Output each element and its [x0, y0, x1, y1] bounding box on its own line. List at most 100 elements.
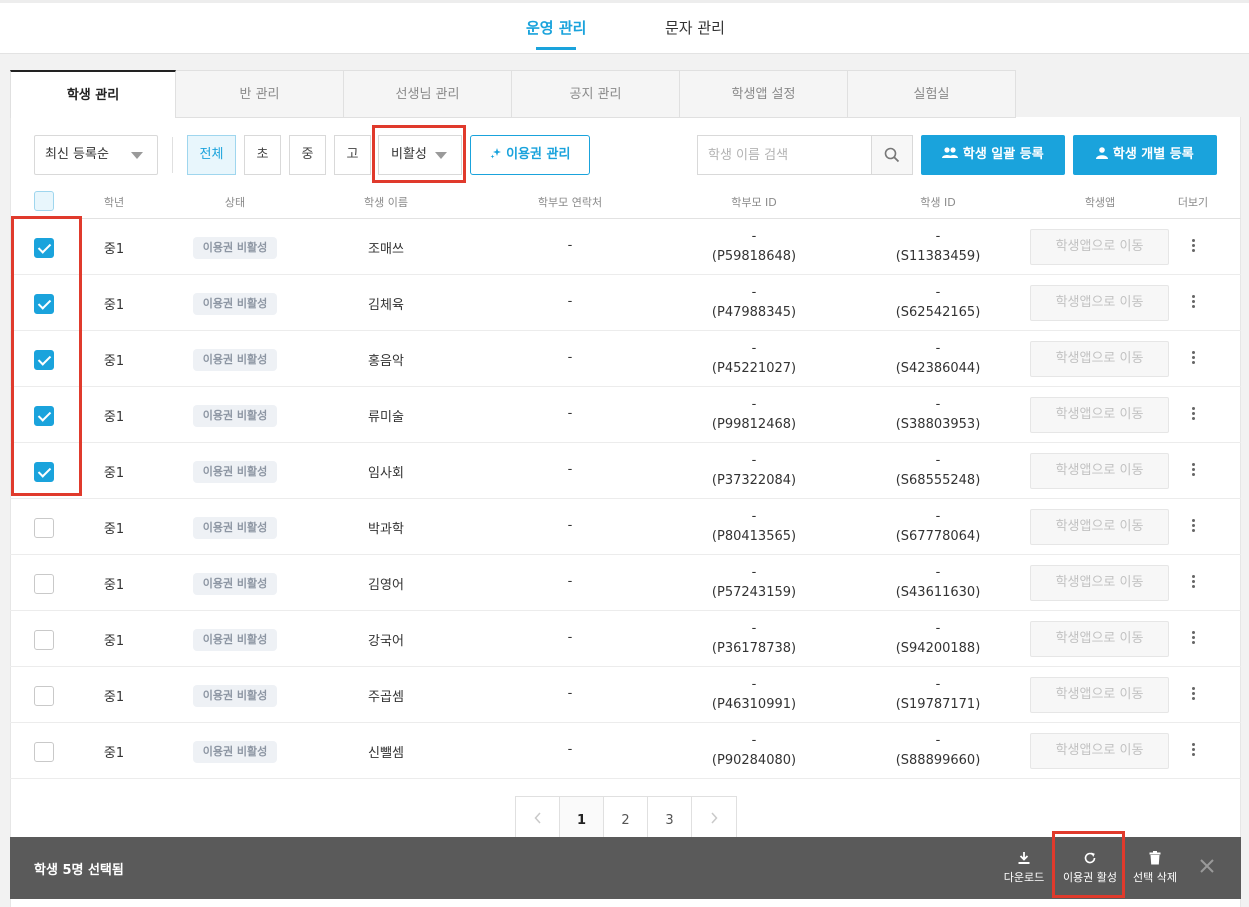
go-to-student-app-button[interactable]: 학생앱으로 이동	[1030, 285, 1169, 321]
go-to-student-app-button[interactable]: 학생앱으로 이동	[1030, 509, 1169, 545]
page-button-1[interactable]: 1	[560, 797, 604, 839]
row-student-id-dash: -	[935, 341, 941, 356]
nav-tab-messages[interactable]: 문자 관리	[665, 17, 725, 38]
row-checkbox[interactable]	[34, 742, 54, 762]
grade-filter-all[interactable]: 전체	[187, 135, 236, 175]
kebab-icon[interactable]	[1190, 239, 1196, 255]
tab-students[interactable]: 학생 관리	[10, 70, 176, 118]
row-student-name: 조매쓰	[368, 242, 404, 257]
row-parent-id-value: (P36178738)	[711, 641, 797, 656]
search-button[interactable]	[871, 135, 913, 175]
sort-select[interactable]: 최신 등록순	[34, 135, 158, 175]
tab-lab[interactable]: 실험실	[848, 70, 1016, 118]
header-status: 상태	[224, 196, 246, 209]
header-parent-phone: 학부모 연락처	[537, 196, 603, 209]
grade-filter-middle[interactable]: 중	[289, 135, 326, 175]
row-parent-id: - (P80413565)	[694, 507, 814, 547]
header-student-name: 학생 이름	[364, 196, 408, 209]
go-to-student-app-button[interactable]: 학생앱으로 이동	[1030, 565, 1169, 601]
status-badge: 이용권 비활성	[193, 741, 277, 763]
table-row: 중1 이용권 비활성 박과학 - - (P80413565) - (S67778064) 학생앱…	[10, 499, 1241, 555]
go-to-student-app-button[interactable]: 학생앱으로 이동	[1030, 621, 1169, 657]
row-grade: 중1	[103, 354, 125, 369]
row-parent-phone: -	[567, 742, 573, 757]
go-to-student-app-button[interactable]: 학생앱으로 이동	[1030, 677, 1169, 713]
status-badge: 이용권 비활성	[193, 573, 277, 595]
table-row: 중1 이용권 비활성 강국어 - - (P36178738) - (S94200188) 학생앱…	[10, 611, 1241, 667]
row-parent-id-dash: -	[751, 341, 757, 356]
header-grade: 학년	[103, 196, 125, 209]
row-student-id: - (S94200188)	[878, 619, 998, 659]
page-button-2[interactable]: 2	[604, 797, 648, 839]
row-parent-id: - (P90284080)	[694, 731, 814, 771]
page-button-3[interactable]: 3	[648, 797, 692, 839]
nav-tab-operations[interactable]: 운영 관리	[526, 17, 586, 38]
row-checkbox[interactable]	[34, 406, 54, 426]
go-to-student-app-button[interactable]: 학생앱으로 이동	[1030, 229, 1169, 265]
row-student-id-dash: -	[935, 397, 941, 412]
kebab-icon[interactable]	[1190, 295, 1196, 311]
caret-down-icon	[131, 152, 143, 159]
row-parent-phone: -	[567, 630, 573, 645]
select-all-checkbox[interactable]	[34, 191, 54, 211]
row-checkbox[interactable]	[34, 574, 54, 594]
download-button[interactable]: 다운로드	[1000, 849, 1048, 885]
selection-action-bar: 학생 5명 선택됨 다운로드 이용권 활성 선택 삭제	[10, 837, 1241, 899]
close-selection-button[interactable]	[1198, 857, 1216, 875]
go-to-student-app-button[interactable]: 학생앱으로 이동	[1030, 453, 1169, 489]
prev-page-button[interactable]	[516, 797, 560, 839]
grade-filter-elementary[interactable]: 초	[244, 135, 281, 175]
row-parent-id-dash: -	[751, 733, 757, 748]
kebab-icon[interactable]	[1190, 351, 1196, 367]
row-student-id-value: (S67778064)	[895, 529, 981, 544]
chevron-left-icon	[533, 812, 541, 824]
row-checkbox[interactable]	[34, 518, 54, 538]
status-select[interactable]: 비활성	[378, 135, 462, 175]
go-to-student-app-button[interactable]: 학생앱으로 이동	[1030, 341, 1169, 377]
row-student-id-value: (S68555248)	[895, 473, 981, 488]
row-parent-phone: -	[567, 350, 573, 365]
pass-management-button[interactable]: 이용권 관리	[470, 135, 590, 175]
row-checkbox[interactable]	[34, 630, 54, 650]
row-checkbox[interactable]	[34, 462, 54, 482]
row-parent-id-dash: -	[751, 285, 757, 300]
go-to-student-app-button[interactable]: 학생앱으로 이동	[1030, 733, 1169, 769]
activate-pass-label: 이용권 활성	[1062, 871, 1118, 884]
kebab-icon[interactable]	[1190, 407, 1196, 423]
bulk-register-button[interactable]: 학생 일괄 등록	[921, 135, 1065, 175]
single-register-button[interactable]: 학생 개별 등록	[1073, 135, 1217, 175]
student-search-input[interactable]	[697, 135, 872, 175]
tab-notices[interactable]: 공지 관리	[512, 70, 680, 118]
kebab-icon[interactable]	[1190, 575, 1196, 591]
row-parent-id-value: (P90284080)	[711, 753, 797, 768]
row-parent-id-value: (P46310991)	[711, 697, 797, 712]
grade-filter-high[interactable]: 고	[334, 135, 371, 175]
tab-student-app-settings[interactable]: 학생앱 설정	[680, 70, 848, 118]
kebab-icon[interactable]	[1190, 743, 1196, 759]
row-checkbox[interactable]	[34, 686, 54, 706]
row-checkbox[interactable]	[34, 294, 54, 314]
go-to-student-app-button[interactable]: 학생앱으로 이동	[1030, 397, 1169, 433]
table-row: 중1 이용권 비활성 신뺄셈 - - (P90284080) - (S88899660) 학생앱…	[10, 723, 1241, 779]
status-badge: 이용권 비활성	[193, 517, 277, 539]
delete-selected-button[interactable]: 선택 삭제	[1130, 849, 1180, 885]
row-checkbox[interactable]	[34, 350, 54, 370]
row-grade: 중1	[103, 242, 125, 257]
row-checkbox[interactable]	[34, 238, 54, 258]
user-icon	[1096, 147, 1109, 159]
chevron-right-icon	[711, 812, 718, 824]
activate-pass-button[interactable]: 이용권 활성	[1060, 849, 1120, 885]
kebab-icon[interactable]	[1190, 631, 1196, 647]
tab-classes[interactable]: 반 관리	[176, 70, 344, 118]
row-student-id-dash: -	[935, 733, 941, 748]
kebab-icon[interactable]	[1190, 463, 1196, 479]
row-student-id-value: (S62542165)	[895, 305, 981, 320]
row-student-id-value: (S43611630)	[895, 585, 981, 600]
row-student-id: - (S43611630)	[878, 563, 998, 603]
refresh-icon	[1084, 852, 1096, 864]
kebab-icon[interactable]	[1190, 687, 1196, 703]
kebab-icon[interactable]	[1190, 519, 1196, 535]
row-student-id-dash: -	[935, 621, 941, 636]
next-page-button[interactable]	[692, 797, 736, 839]
tab-teachers[interactable]: 선생님 관리	[344, 70, 512, 118]
